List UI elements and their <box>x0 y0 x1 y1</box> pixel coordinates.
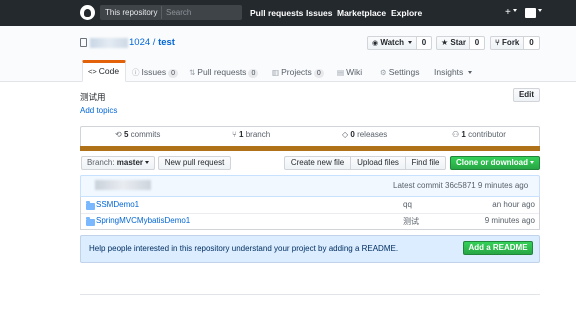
code-icon: <> <box>88 67 97 76</box>
tab-wiki[interactable]: ▤ Wiki <box>337 60 362 82</box>
tag-icon: ◇ <box>342 130 349 139</box>
repo-name-link[interactable]: test <box>158 37 175 48</box>
projects-counter: 0 <box>313 69 324 78</box>
search-input[interactable] <box>166 6 240 19</box>
releases-label: releases <box>354 130 388 139</box>
branches-link[interactable]: ⑂ 1 branch <box>232 130 270 140</box>
plus-dropdown-caret-icon[interactable] <box>513 9 517 12</box>
folder-icon <box>86 201 95 210</box>
watch-label: Watch <box>380 38 405 47</box>
blurred-commit-author <box>95 180 151 190</box>
repo-title: 1024 / test <box>129 37 175 48</box>
clone-or-download-button[interactable]: Clone or download <box>450 156 540 170</box>
file-row-message[interactable]: 测试 <box>403 216 419 227</box>
blurred-owner-name <box>90 38 128 48</box>
tab-pull-requests[interactable]: ⇅ Pull requests 0 <box>189 60 259 82</box>
caret-icon <box>467 71 472 75</box>
readme-prompt-text: Help people interested in this repositor… <box>89 244 399 253</box>
file-row-name[interactable]: SpringMVCMybatisDemo1 <box>96 216 190 225</box>
branch-caret-icon <box>145 161 150 165</box>
nav-issues[interactable]: Issues <box>306 8 332 18</box>
clone-label: Clone or download <box>456 158 528 167</box>
fork-label: Fork <box>502 38 520 47</box>
find-file-button[interactable]: Find file <box>406 156 446 170</box>
fork-count[interactable]: 0 <box>524 36 540 50</box>
book-icon: ▤ <box>337 68 345 77</box>
tab-issues-label: Issues <box>141 67 167 77</box>
star-button[interactable]: ★ Star <box>436 36 470 50</box>
branch-icon: ⑂ <box>232 130 237 139</box>
folder-icon <box>86 217 95 226</box>
file-row-age: an hour ago <box>492 200 535 209</box>
new-pull-request-button[interactable]: New pull request <box>158 156 231 170</box>
footer-divider <box>80 294 540 295</box>
repo-description: 测试用 <box>80 92 106 102</box>
pull-requests-counter: 0 <box>248 69 259 78</box>
repo-icon <box>80 38 87 47</box>
commits-label: commits <box>128 130 161 139</box>
tab-code-label: Code <box>98 66 120 76</box>
upload-files-button[interactable]: Upload files <box>351 156 406 170</box>
watch-button[interactable]: ◉ Watch <box>367 36 417 50</box>
star-count[interactable]: 0 <box>470 36 485 50</box>
watch-caret-icon <box>408 41 413 45</box>
fork-button[interactable]: ⑂ Fork <box>490 36 524 50</box>
language-bar[interactable] <box>80 146 540 151</box>
issue-icon: ⓘ <box>132 68 140 77</box>
clone-caret-icon <box>530 161 534 165</box>
eye-icon: ◉ <box>372 40 379 47</box>
branch-name: master <box>116 158 144 167</box>
repo-path-separator: / <box>150 37 159 48</box>
file-row-message[interactable]: qq <box>403 200 412 209</box>
add-topics-link[interactable]: Add topics <box>80 106 117 115</box>
star-icon: ★ <box>441 38 449 47</box>
plus-icon[interactable]: + <box>505 8 511 18</box>
watch-count[interactable]: 0 <box>417 36 432 50</box>
tab-settings[interactable]: ⚙ Settings <box>380 60 419 82</box>
file-row-name[interactable]: SSMDemo1 <box>96 200 139 209</box>
people-icon: ⚇ <box>452 130 460 139</box>
branches-label: branch <box>243 130 271 139</box>
tab-issues[interactable]: ⓘ Issues 0 <box>132 60 178 82</box>
branch-select-button[interactable]: Branch: master <box>81 156 155 170</box>
gear-icon: ⚙ <box>380 68 387 77</box>
issues-counter: 0 <box>168 69 178 78</box>
tab-pull-requests-label: Pull requests <box>197 67 247 77</box>
tab-projects-label: Projects <box>281 67 312 77</box>
star-label: Star <box>450 38 466 47</box>
pull-request-icon: ⇅ <box>189 68 196 77</box>
tab-insights-label: Insights <box>434 67 464 77</box>
project-icon: ▥ <box>272 68 280 77</box>
repo-owner-link[interactable]: 1024 <box>129 37 150 48</box>
tab-insights[interactable]: Insights <box>434 60 472 82</box>
tab-wiki-label: Wiki <box>346 67 363 77</box>
fork-icon: ⑂ <box>495 38 500 47</box>
contributors-label: contributor <box>465 130 506 139</box>
releases-link[interactable]: ◇ 0 releases <box>342 130 387 140</box>
tab-code[interactable]: <> Code <box>82 60 126 82</box>
user-avatar[interactable] <box>525 8 536 18</box>
tab-settings-label: Settings <box>388 67 420 77</box>
nav-explore[interactable]: Explore <box>391 8 422 18</box>
nav-marketplace[interactable]: Marketplace <box>337 8 386 18</box>
avatar-dropdown-caret-icon[interactable] <box>538 9 542 12</box>
branch-prefix: Branch: <box>86 158 117 167</box>
contributors-link[interactable]: ⚇ 1 contributor <box>452 130 506 140</box>
search-scope-label: This repository <box>101 6 163 19</box>
github-logo-icon[interactable] <box>80 5 95 20</box>
commits-link[interactable]: ⟲ 5 commits <box>115 130 160 140</box>
file-row-age: 9 minutes ago <box>484 216 535 225</box>
row-divider <box>81 213 539 214</box>
history-icon: ⟲ <box>115 130 122 139</box>
create-new-file-button[interactable]: Create new file <box>284 156 351 170</box>
nav-pull-requests[interactable]: Pull requests <box>250 8 303 18</box>
latest-commit-info[interactable]: Latest commit 36c5871 9 minutes ago <box>393 181 528 190</box>
add-readme-button[interactable]: Add a README <box>463 241 533 255</box>
edit-button[interactable]: Edit <box>513 88 540 102</box>
tab-projects[interactable]: ▥ Projects 0 <box>272 60 324 82</box>
